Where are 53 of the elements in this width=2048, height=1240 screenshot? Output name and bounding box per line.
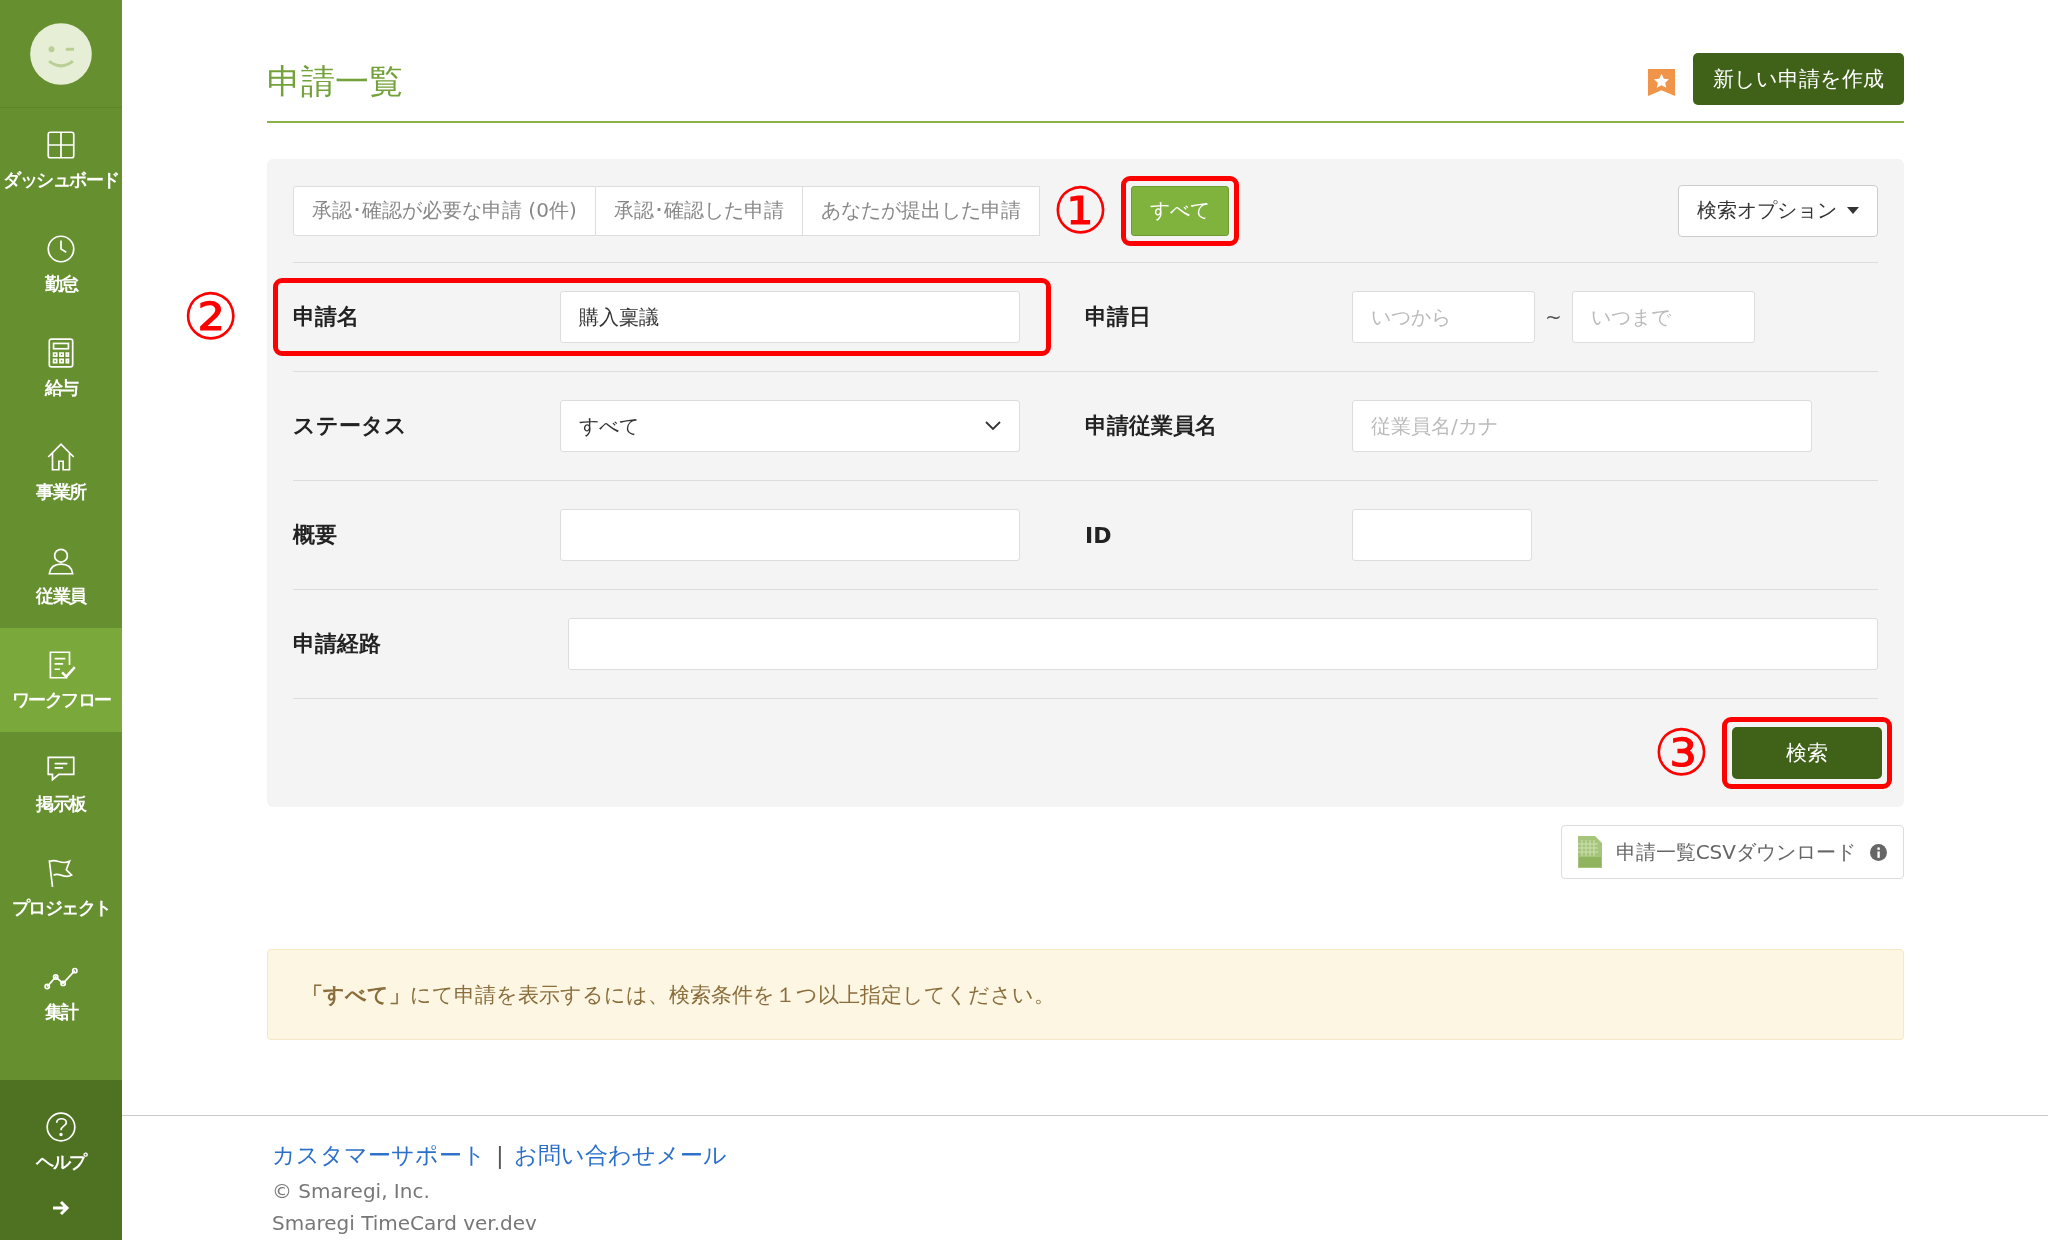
field-label: ステータス bbox=[293, 412, 408, 440]
id-field[interactable] bbox=[1352, 509, 1532, 561]
range-separator: ~ bbox=[1545, 305, 1562, 329]
field-label: 申請日 bbox=[1085, 303, 1152, 331]
nav-item[interactable]: 事業所 bbox=[0, 420, 122, 524]
filter-tab[interactable]: 承認･確認した申請 bbox=[595, 185, 803, 236]
footer-link[interactable]: お問い合わせメール bbox=[513, 1140, 727, 1171]
page-title: 申請一覧 bbox=[267, 60, 403, 103]
avatar-icon[interactable] bbox=[29, 21, 93, 86]
date-from-field[interactable]: いつから bbox=[1352, 291, 1535, 343]
text-field[interactable]: 購入稟議 bbox=[560, 291, 1020, 343]
annotation-number: ① bbox=[1051, 178, 1110, 243]
caret-icon bbox=[1847, 206, 1859, 215]
bookmark-star-icon[interactable] bbox=[1648, 68, 1675, 96]
info-icon bbox=[1870, 843, 1887, 861]
annotation-number: ③ bbox=[1652, 720, 1710, 785]
text-field[interactable] bbox=[560, 509, 1020, 561]
nav-item[interactable]: 集計 bbox=[0, 940, 122, 1044]
field-label: 申請経路 bbox=[293, 630, 382, 658]
field-label: 申請名 bbox=[293, 303, 360, 331]
csv-download-button[interactable]: 申請一覧CSVダウンロード bbox=[1560, 825, 1904, 879]
version-text: Smaregi TimeCard ver.dev bbox=[272, 1211, 538, 1235]
footer-link[interactable]: カスタマーサポート bbox=[272, 1140, 486, 1171]
notice-message: 「すべて」にて申請を表示するには、検索条件を１つ以上指定してください。 bbox=[267, 949, 1904, 1040]
nav-item[interactable]: 掲示板 bbox=[0, 732, 122, 836]
nav-item[interactable]: 勤怠 bbox=[0, 212, 122, 316]
annotation-number: ② bbox=[182, 285, 240, 349]
nav-item[interactable]: 給与 bbox=[0, 316, 122, 420]
nav-item[interactable]: 従業員 bbox=[0, 524, 122, 628]
chevron-down-icon bbox=[985, 421, 1001, 431]
nav-item[interactable]: プロジェクト bbox=[0, 836, 122, 940]
status-select[interactable]: すべて bbox=[560, 400, 1020, 452]
search-button[interactable]: 検索 bbox=[1732, 726, 1882, 779]
field-label: 概要 bbox=[293, 521, 338, 549]
nav-item[interactable]: ダッシュボード bbox=[0, 108, 122, 212]
csv-file-icon bbox=[1577, 836, 1602, 868]
filter-tab[interactable]: あなたが提出した申請 bbox=[802, 185, 1040, 236]
nav-item[interactable]: ワークフロー bbox=[0, 628, 122, 732]
field-label: ID bbox=[1085, 522, 1113, 548]
copyright-text: © Smaregi, Inc. bbox=[272, 1179, 431, 1203]
arrow-right-icon[interactable] bbox=[51, 1200, 71, 1216]
text-field[interactable]: 従業員名/カナ bbox=[1352, 400, 1812, 452]
filter-tab[interactable]: 承認･確認が必要な申請 (0件) bbox=[293, 185, 596, 236]
route-field[interactable] bbox=[568, 618, 1878, 670]
date-to-field[interactable]: いつまで bbox=[1571, 291, 1755, 343]
clock-icon bbox=[44, 232, 78, 266]
field-label: 申請従業員名 bbox=[1085, 412, 1218, 440]
dashboard-icon bbox=[44, 128, 78, 162]
search-options-dropdown[interactable]: 検索オプション bbox=[1678, 184, 1878, 237]
help-icon bbox=[44, 1110, 78, 1144]
link-separator: | bbox=[496, 1142, 504, 1169]
new-request-button[interactable]: 新しい申請を作成 bbox=[1693, 53, 1904, 105]
filter-tab[interactable]: すべて bbox=[1131, 185, 1230, 236]
